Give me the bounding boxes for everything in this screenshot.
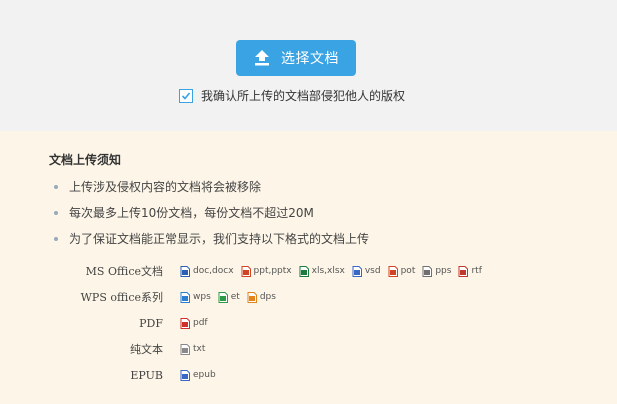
txt-file-icon — [180, 343, 190, 355]
notice-item-text: 每次最多上传10份文档，每份文档不超过20M — [69, 206, 314, 220]
notice-list: 上传涉及侵权内容的文档将会被移除 每次最多上传10份文档，每份文档不超过20M … — [54, 178, 369, 256]
powerpoint-file-icon — [241, 265, 251, 277]
confirm-text: 我确认所上传的文档部侵犯他人的版权 — [201, 89, 406, 103]
file-type: pdf — [180, 317, 208, 329]
wps-file-icon — [180, 291, 190, 303]
file-type: epub — [180, 369, 216, 381]
file-type: pot — [388, 265, 416, 277]
format-category-label: PDF — [139, 316, 163, 330]
file-type-label: doc,docx — [193, 266, 234, 276]
format-category-label: MS Office文档 — [85, 265, 163, 278]
check-icon — [181, 91, 191, 100]
file-type: ppt,pptx — [241, 265, 292, 277]
format-types: wps et dps — [180, 291, 283, 303]
file-type-label: et — [230, 292, 240, 302]
file-type-label: xls,xlsx — [311, 266, 345, 276]
format-row: WPS office系列 wps et dps — [0, 287, 283, 307]
file-type: et — [218, 291, 240, 303]
list-item: 为了保证文档能正常显示，我们支持以下格式的文档上传 — [54, 230, 369, 256]
file-type: dps — [247, 291, 276, 303]
file-type-label: vsd — [364, 266, 381, 276]
notice-item-text: 为了保证文档能正常显示，我们支持以下格式的文档上传 — [69, 232, 370, 246]
confirm-checkbox[interactable] — [179, 88, 193, 103]
list-item: 每次最多上传10份文档，每份文档不超过20M — [54, 204, 369, 230]
rtf-file-icon — [458, 265, 469, 277]
select-document-button[interactable]: 选择文档 — [236, 40, 356, 76]
file-type: pps — [422, 265, 452, 277]
word-file-icon — [180, 265, 190, 277]
file-type: rtf — [458, 265, 482, 277]
file-type: doc,docx — [180, 265, 234, 277]
format-row: MS Office文档 doc,docx ppt,pptx xls,xlsx vsd po… — [0, 261, 489, 281]
format-category-label: WPS office系列 — [80, 291, 163, 304]
file-type-label: ppt,pptx — [253, 266, 292, 276]
select-document-label: 选择文档 — [281, 51, 339, 67]
et-file-icon — [218, 291, 228, 303]
file-type-label: dps — [259, 292, 276, 302]
file-type-label: txt — [193, 344, 206, 354]
format-types: pdf — [180, 317, 215, 329]
pps-file-icon — [422, 265, 433, 277]
pdf-file-icon — [180, 317, 190, 329]
format-row: EPUB epub — [0, 365, 223, 385]
potx-file-icon — [388, 265, 398, 277]
format-row: PDF pdf — [0, 313, 215, 333]
dps-file-icon — [247, 291, 257, 303]
format-category-label: 纯文本 — [130, 343, 163, 356]
excel-file-icon — [299, 265, 309, 277]
file-type: wps — [180, 291, 211, 303]
file-type-label: rtf — [471, 266, 482, 276]
notice-title: 文档上传须知 — [49, 153, 122, 167]
upload-notice-panel: 文档上传须知 上传涉及侵权内容的文档将会被移除 每次最多上传10份文档，每份文档… — [0, 131, 617, 404]
notice-item-text: 上传涉及侵权内容的文档将会被移除 — [69, 180, 262, 194]
file-type-label: pot — [400, 266, 416, 276]
format-category-label: EPUB — [130, 368, 163, 382]
copyright-confirm[interactable]: 我确认所上传的文档部侵犯他人的版权 — [179, 87, 405, 104]
format-row: 纯文本 txt — [0, 339, 212, 359]
format-types: txt — [180, 343, 212, 355]
file-type-label: epub — [193, 370, 216, 380]
file-type: txt — [180, 343, 206, 355]
file-type-label: pps — [435, 266, 452, 276]
visio-file-icon — [352, 265, 362, 277]
file-type: vsd — [352, 265, 381, 277]
bullet-icon — [54, 237, 58, 241]
format-types: epub — [180, 369, 223, 381]
format-types: doc,docx ppt,pptx xls,xlsx vsd pot pps rtf — [180, 265, 489, 277]
upload-panel: 选择文档 我确认所上传的文档部侵犯他人的版权 — [0, 0, 617, 131]
file-type-label: wps — [193, 292, 211, 302]
bullet-icon — [54, 185, 58, 189]
upload-icon — [255, 50, 269, 66]
bullet-icon — [54, 211, 58, 215]
epub-file-icon — [180, 369, 190, 381]
file-type-label: pdf — [193, 318, 208, 328]
list-item: 上传涉及侵权内容的文档将会被移除 — [54, 178, 369, 204]
file-type: xls,xlsx — [299, 265, 345, 277]
